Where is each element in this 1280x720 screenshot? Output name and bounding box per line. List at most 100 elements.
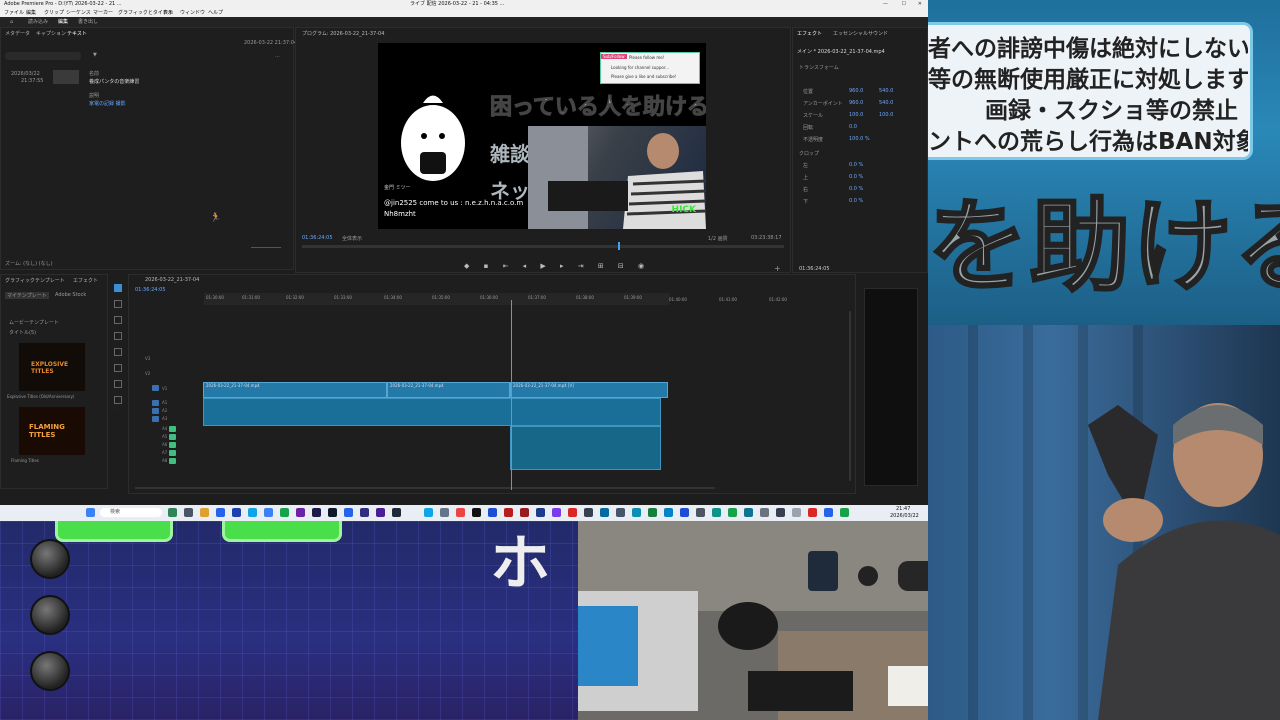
program-playhead[interactable] bbox=[618, 242, 620, 250]
prop-value-scale[interactable]: 100.0 bbox=[849, 112, 863, 118]
prop-value-scale-2[interactable]: 100.0 bbox=[879, 112, 893, 118]
filter-icon[interactable]: ▼ bbox=[93, 52, 97, 58]
taskbar-app-icon[interactable] bbox=[680, 508, 689, 517]
taskbar-app-icon[interactable] bbox=[168, 508, 177, 517]
taskbar-app-icon[interactable] bbox=[248, 508, 257, 517]
my-templates-tab[interactable]: マイテンプレート bbox=[5, 292, 49, 299]
menu-window[interactable]: ウィンドウ bbox=[180, 9, 205, 17]
taskbar-app-icon[interactable] bbox=[488, 508, 497, 517]
taskbar-app-icon[interactable] bbox=[392, 508, 401, 517]
crop-value-top[interactable]: 0.0 % bbox=[849, 174, 863, 180]
add-button-icon[interactable]: + bbox=[774, 264, 781, 273]
tab-graphics-templates[interactable]: グラフィックテンプレート bbox=[5, 277, 65, 284]
taskbar-app-icon[interactable] bbox=[808, 508, 817, 517]
template-thumb-flaming[interactable]: FLAMING TITLES bbox=[19, 407, 85, 455]
folder-icon[interactable] bbox=[200, 508, 209, 517]
taskbar-app-icon[interactable] bbox=[296, 508, 305, 517]
taskbar-app-icon[interactable] bbox=[280, 508, 289, 517]
taskbar-app-icon[interactable] bbox=[696, 508, 705, 517]
pen-tool-icon[interactable] bbox=[114, 364, 122, 372]
tab-metadata[interactable]: メタデータ bbox=[5, 30, 30, 37]
menu-marker[interactable]: マーカー bbox=[93, 9, 113, 17]
tab-export[interactable]: 書き出し bbox=[78, 17, 98, 27]
filter-movie-templates[interactable]: ムービーテンプレート bbox=[9, 319, 59, 326]
quality-dropdown[interactable]: 1/2 画質 bbox=[708, 235, 728, 242]
template-thumb-explosive[interactable]: EXPLOSIVE TITLES bbox=[19, 343, 85, 391]
taskbar-app-icon[interactable] bbox=[728, 508, 737, 517]
taskbar-app-icon[interactable] bbox=[600, 508, 609, 517]
menu-edit[interactable]: 編集 bbox=[26, 9, 36, 17]
taskbar-app-icon[interactable] bbox=[440, 508, 449, 517]
prop-value-position-y[interactable]: 540.0 bbox=[879, 88, 893, 94]
taskbar-app-icon[interactable] bbox=[344, 508, 353, 517]
transform-section[interactable]: トランスフォーム bbox=[799, 64, 839, 71]
maximize-icon[interactable]: ☐ bbox=[902, 0, 906, 9]
taskbar-app-icon[interactable] bbox=[584, 508, 593, 517]
taskbar-app-icon[interactable] bbox=[616, 508, 625, 517]
field1-value[interactable]: 養成パンタの音楽練習 bbox=[89, 78, 139, 85]
tab-essential-sound[interactable]: エッセンシャルサウンド bbox=[833, 30, 888, 37]
taskbar-app-icon[interactable] bbox=[744, 508, 753, 517]
prop-value-opacity[interactable]: 100.0 % bbox=[849, 136, 870, 142]
timeline-audio-clips-lower[interactable] bbox=[510, 426, 661, 470]
timeline-tab[interactable]: 2026-03-22_21-37-04 bbox=[145, 277, 199, 283]
taskbar-app-icon[interactable] bbox=[472, 508, 481, 517]
filter-titles[interactable]: タイトル(5) bbox=[9, 329, 36, 336]
prop-value-position-x[interactable]: 960.0 bbox=[849, 88, 863, 94]
hand-tool-icon[interactable] bbox=[114, 380, 122, 388]
taskbar-app-icon[interactable] bbox=[328, 508, 337, 517]
timeline-audio-clips[interactable] bbox=[203, 398, 661, 426]
taskbar-app-icon[interactable] bbox=[424, 508, 433, 517]
tab-text[interactable]: テキスト bbox=[67, 30, 87, 37]
timeline-horizontal-scroll[interactable] bbox=[135, 487, 715, 489]
track-a2-source[interactable] bbox=[152, 408, 159, 414]
program-tab[interactable]: プログラム: 2026-03-22_21-37-04 bbox=[302, 30, 384, 37]
panel-search-input[interactable] bbox=[5, 52, 81, 60]
crop-section[interactable]: クロップ bbox=[799, 150, 819, 157]
edge-icon[interactable] bbox=[216, 508, 225, 517]
timeline-clip-v1-2[interactable]: 2026-03-22_21-37-04.mp4 bbox=[387, 382, 510, 398]
prop-value-rotation[interactable]: 0.0 bbox=[849, 124, 857, 130]
menu-clip[interactable]: クリップ bbox=[44, 9, 64, 17]
taskbar-app-icon[interactable] bbox=[664, 508, 673, 517]
premiere-icon[interactable] bbox=[312, 508, 321, 517]
taskbar-app-icon[interactable] bbox=[824, 508, 833, 517]
taskbar-app-icon[interactable] bbox=[536, 508, 545, 517]
taskbar-app-icon[interactable] bbox=[568, 508, 577, 517]
start-icon[interactable] bbox=[86, 508, 95, 517]
taskbar-app-icon[interactable] bbox=[760, 508, 769, 517]
timeline-clip-v1-3[interactable]: 2026-03-22_21-37-04.mp4 [V] bbox=[510, 382, 668, 398]
crop-value-bottom[interactable]: 0.0 % bbox=[849, 198, 863, 204]
track-a4-badge[interactable] bbox=[169, 426, 176, 432]
taskbar-app-icon[interactable] bbox=[520, 508, 529, 517]
panel-menu-icon[interactable]: ⋯ bbox=[275, 54, 280, 60]
crop-value-left[interactable]: 0.0 % bbox=[849, 162, 863, 168]
taskbar-app-icon[interactable] bbox=[376, 508, 385, 517]
slip-tool-icon[interactable] bbox=[114, 348, 122, 356]
adobe-stock-tab[interactable]: Adobe Stock bbox=[55, 292, 86, 298]
taskbar-app-icon[interactable] bbox=[712, 508, 721, 517]
prop-value-anchor-x[interactable]: 960.0 bbox=[849, 100, 863, 106]
program-timecode-left[interactable]: 01:36:24:05 bbox=[302, 235, 333, 241]
taskbar-app-icon[interactable] bbox=[840, 508, 849, 517]
program-scrubber[interactable] bbox=[302, 245, 784, 248]
track-header-v3[interactable]: V3 bbox=[145, 356, 203, 362]
menu-file[interactable]: ファイル bbox=[4, 9, 24, 17]
crop-value-right[interactable]: 0.0 % bbox=[849, 186, 863, 192]
taskbar-app-icon[interactable] bbox=[632, 508, 641, 517]
zoom-slider[interactable] bbox=[251, 247, 281, 248]
track-a8-badge[interactable] bbox=[169, 458, 176, 464]
taskbar-app-icon[interactable] bbox=[648, 508, 657, 517]
tab-caption[interactable]: キャプション bbox=[36, 30, 66, 37]
track-a1-source[interactable] bbox=[152, 400, 159, 406]
track-a5-badge[interactable] bbox=[169, 434, 176, 440]
taskbar-app-icon[interactable] bbox=[792, 508, 801, 517]
track-a6-badge[interactable] bbox=[169, 442, 176, 448]
taskbar-app-icon[interactable] bbox=[264, 508, 273, 517]
taskbar-app-icon[interactable] bbox=[504, 508, 513, 517]
tab-import[interactable]: 読み込み bbox=[28, 17, 48, 27]
taskbar-app-icon[interactable] bbox=[776, 508, 785, 517]
field2-value[interactable]: 家電の記録 撮影 bbox=[89, 100, 126, 107]
track-v1-target[interactable] bbox=[152, 385, 159, 391]
type-tool-icon[interactable] bbox=[114, 396, 122, 404]
